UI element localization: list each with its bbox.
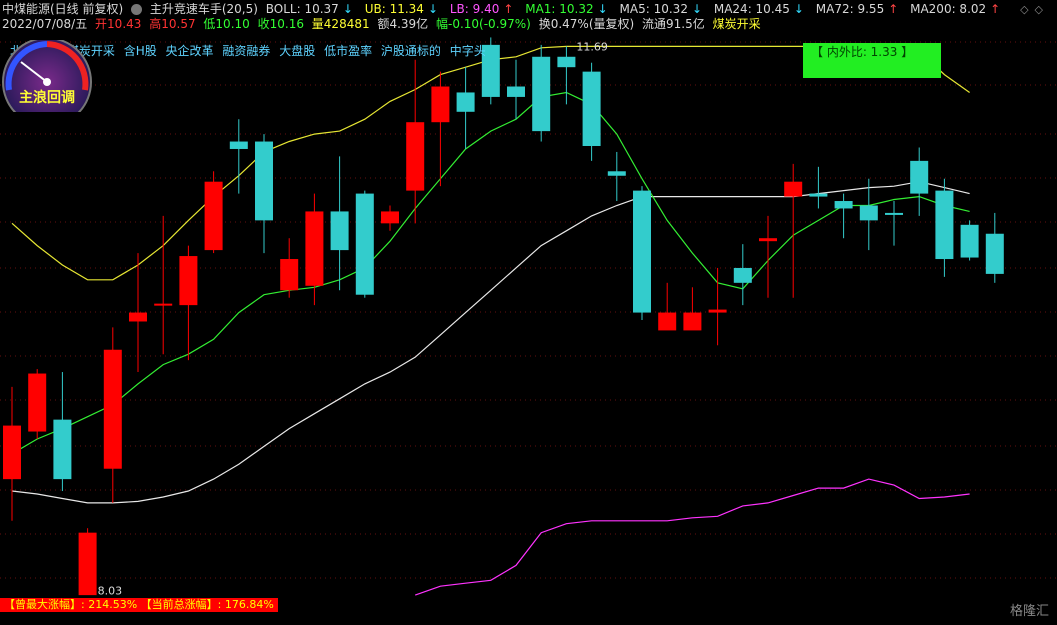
candle-body (229, 141, 248, 149)
candle-body (129, 312, 147, 322)
candle-body (507, 86, 525, 97)
candle-body (154, 303, 173, 306)
candle-body (305, 211, 324, 286)
candle-body (859, 205, 878, 221)
gauge-icon: 主浪回调 (2, 40, 92, 112)
quote-high: 高10.57 (149, 17, 196, 31)
quote-bar: 2022/07/08/五 开10.43 高10.57 低10.10 收10.16… (2, 16, 765, 32)
boll-value: BOLL: 10.37 ↓ (265, 2, 353, 16)
ma5-value: MA5: 10.32 ↓ (619, 2, 703, 16)
candle-body (633, 190, 651, 313)
mid-line (11, 181, 970, 504)
ub-value: UB: 11.34 ↓ (364, 2, 439, 16)
indicator-name[interactable]: 主升竞速车手(20,5) (150, 2, 258, 16)
candle-body (985, 233, 1004, 274)
candle-body (330, 211, 349, 251)
price-annotation: 11.69 (576, 40, 608, 53)
candle-body (431, 86, 450, 123)
candle-body (809, 193, 828, 197)
candle-body (935, 190, 954, 260)
candle-body (582, 71, 601, 146)
ma200-value: MA200: 8.02 ↑ (910, 2, 1001, 16)
tag-item[interactable]: 含H股 (124, 44, 157, 58)
tag-item[interactable]: 融资融券 (222, 44, 270, 58)
quote-open: 开10.43 (95, 17, 142, 31)
candle-body (456, 92, 475, 112)
quote-change: 幅-0.10(-0.97%) (436, 17, 531, 31)
quote-float-cap: 流通91.5亿 (642, 17, 705, 31)
candle-body (960, 224, 979, 258)
quote-turnover: 换0.47%(量复权) (538, 17, 635, 31)
quote-amount: 额4.39亿 (377, 17, 429, 31)
candle-body (532, 56, 551, 132)
gauge-label: 主浪回调 (19, 89, 75, 106)
candle-body (607, 171, 626, 176)
tag-item[interactable]: 大盘股 (279, 44, 315, 58)
price-annotation: 8.03 (98, 585, 123, 598)
gain-summary-bar: 【曾最大涨幅】: 214.53% 【当前总涨幅】: 176.84% (0, 598, 278, 612)
toggle-icon[interactable] (131, 4, 143, 15)
candle-body (683, 312, 702, 331)
candle-body (910, 160, 929, 194)
window-controls[interactable]: ◇◇ (1020, 3, 1049, 16)
candle-body (204, 181, 223, 251)
candle-body (784, 181, 803, 197)
stock-name[interactable]: 中煤能源(日线 前复权) (2, 2, 123, 16)
tag-item[interactable]: 低市盈率 (324, 44, 372, 58)
watermark: 格隆汇 (1009, 604, 1049, 619)
quote-volume: 量428481 (311, 17, 370, 31)
candle-body (885, 212, 903, 215)
candle-body (28, 373, 47, 432)
ma24-value: MA24: 10.45 ↓ (713, 2, 804, 16)
candle-body (381, 211, 399, 224)
tag-item[interactable]: 央企改革 (166, 44, 214, 58)
candle-body (733, 267, 752, 283)
candle-body (78, 532, 97, 596)
candle-body (708, 309, 727, 313)
candle-body (280, 259, 299, 291)
candle-body (355, 193, 374, 295)
candle-body (406, 122, 425, 191)
ma1-value: MA1: 10.32 ↓ (525, 2, 608, 16)
ratio-box: 【 内外比: 1.33 】 (803, 43, 941, 78)
candle-body (834, 201, 853, 209)
candle-body (179, 256, 198, 306)
quote-low: 低10.10 (203, 17, 250, 31)
candle-body (3, 425, 21, 480)
lb-value: LB: 9.40 ↑ (449, 2, 514, 16)
quote-close: 收10.16 (257, 17, 304, 31)
candle-body (759, 238, 777, 242)
candlestick-chart: 11.69 8.03 (0, 37, 1057, 598)
sub-line (415, 478, 970, 596)
candle-body (103, 349, 122, 469)
quote-date: 2022/07/08/五 (2, 17, 88, 31)
candle-body (255, 141, 273, 221)
indicator-header: 中煤能源(日线 前复权) 主升竞速车手(20,5) BOLL: 10.37 ↓ U… (2, 1, 1008, 17)
tag-item[interactable]: 沪股通标的 (381, 44, 441, 58)
candle-body (557, 56, 576, 68)
candle-body (53, 419, 72, 480)
candle-body (658, 312, 677, 331)
tag-item[interactable]: 中字头 (450, 44, 486, 58)
ma72-value: MA72: 9.55 ↑ (815, 2, 899, 16)
quote-sector[interactable]: 煤炭开采 (713, 17, 761, 31)
